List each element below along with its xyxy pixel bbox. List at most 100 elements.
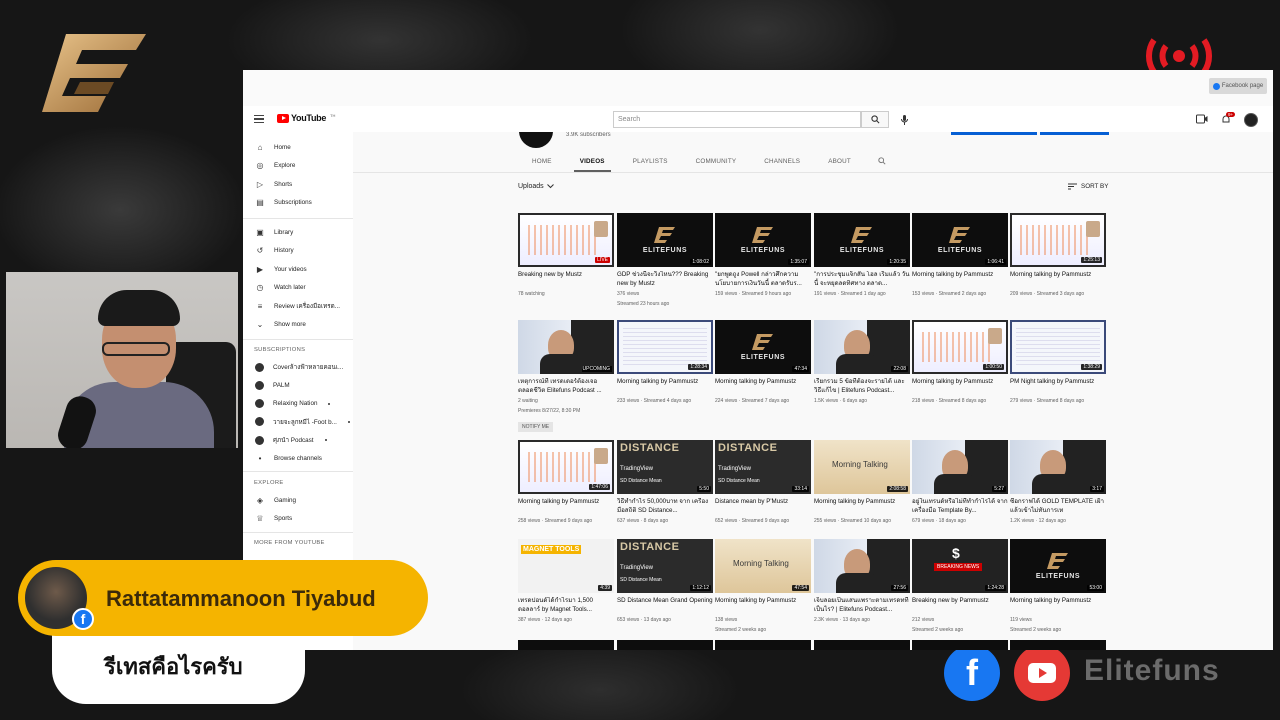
video-title[interactable]: Morning talking by Pammustz: [715, 378, 811, 395]
tab-community[interactable]: COMMUNITY: [682, 150, 751, 172]
video-card[interactable]: UPCOMING เหตุการณ์ที่ เทรดเดอร์ต้องเจอ ตล…: [518, 320, 614, 433]
video-thumbnail[interactable]: DISTANCE TradingView SD Distance Mean 33:14: [715, 440, 811, 494]
facebook-page-button[interactable]: Facebook page: [1209, 78, 1267, 94]
sidebar-item[interactable]: ▶ Your videos: [255, 263, 307, 275]
youtube-logo[interactable]: YouTube TH: [277, 113, 335, 123]
channel-search-icon[interactable]: [877, 150, 887, 172]
video-title[interactable]: GDP ช่วงนี้จะวิ่งไหน??? Breaking new by …: [617, 271, 713, 288]
video-card-partial[interactable]: [518, 640, 614, 650]
sidebar-item[interactable]: ↺ History: [255, 245, 294, 257]
video-thumbnail[interactable]: DISTANCE TradingView SD Distance Mean 1:12:…: [617, 539, 713, 593]
video-title[interactable]: Morning talking by Pammustz: [1010, 597, 1106, 614]
video-title[interactable]: SD Distance Mean Grand Opening: [617, 597, 713, 614]
video-thumbnail[interactable]: [912, 640, 1008, 650]
video-card-partial[interactable]: [814, 640, 910, 650]
video-thumbnail[interactable]: $ BREAKING NEWS 1:24:28: [912, 539, 1008, 593]
video-title[interactable]: เหตุการณ์ที่ เทรดเดอร์ต้องเจอ ตลอดชีวิต …: [518, 378, 614, 395]
video-thumbnail[interactable]: ELITEFUNS 53:00: [1010, 539, 1106, 593]
video-card[interactable]: Morning Talking 2:08:58 Morning talking by…: [814, 440, 910, 525]
notify-me-button[interactable]: NOTIFY ME: [518, 422, 554, 432]
video-title[interactable]: Distance mean by P'Mustz: [715, 498, 811, 515]
video-thumbnail[interactable]: [617, 640, 713, 650]
video-card-partial[interactable]: [617, 640, 713, 650]
video-card[interactable]: ELITEFUNS 1:08:02 GDP ช่วงนี้จะวิ่งไหน??? …: [617, 213, 713, 308]
tab-about[interactable]: ABOUT: [814, 150, 865, 172]
video-title[interactable]: PM Night talking by Pammustz: [1010, 378, 1106, 395]
video-title[interactable]: เทรดปอนด์ได้กำไรมา 1,500 ดอลลาร์ by Magn…: [518, 597, 614, 614]
sidebar-item[interactable]: ♕ Sports: [255, 513, 292, 525]
search-button[interactable]: [861, 111, 889, 128]
video-card[interactable]: 1:25:13 Morning talking by Pammustz 209 vi…: [1010, 213, 1106, 298]
video-title[interactable]: Breaking new by Pammustz: [912, 597, 1008, 614]
video-card[interactable]: 1:00:50 Morning talking by Pammustz 218 vi…: [912, 320, 1008, 405]
video-title[interactable]: Morning talking by Pammustz: [715, 597, 811, 614]
tab-home[interactable]: HOME: [518, 150, 566, 172]
video-thumbnail[interactable]: [715, 640, 811, 650]
uploads-dropdown[interactable]: Uploads: [518, 183, 554, 190]
sidebar-item[interactable]: • Browse channels: [255, 453, 322, 465]
video-title[interactable]: อยู่ในเทรนด์หรือไม่ที่ทำกำไรได้ จากเครื่…: [912, 498, 1008, 515]
video-title[interactable]: Morning talking by Pammustz: [912, 271, 1008, 288]
video-card[interactable]: DISTANCE TradingView SD Distance Mean 33:14…: [715, 440, 811, 525]
video-card[interactable]: 5:27 อยู่ในเทรนด์หรือไม่ที่ทำกำไรได้ จากเ…: [912, 440, 1008, 525]
account-avatar[interactable]: [1244, 113, 1258, 127]
video-thumbnail[interactable]: ELITEFUNS 47:34: [715, 320, 811, 374]
video-title[interactable]: Morning talking by Pammustz: [1010, 271, 1106, 288]
sidebar-item[interactable]: PALM: [255, 379, 290, 391]
video-title[interactable]: เรียกรวม 5 ข้อที่ต้องจะรายได้ และ วิธีแก…: [814, 378, 910, 395]
sidebar-item[interactable]: ⌂ Home: [255, 141, 291, 153]
video-card[interactable]: 1:28:34 Morning talking by Pammustz 233 vi…: [617, 320, 713, 405]
sidebar-item[interactable]: ◎ Explore: [255, 160, 296, 172]
video-thumbnail[interactable]: ELITEFUNS 1:08:02: [617, 213, 713, 267]
tab-videos[interactable]: VIDEOS: [566, 150, 619, 172]
video-card[interactable]: $ BREAKING NEWS 1:24:28 Breaking new by Pam…: [912, 539, 1008, 634]
video-card-partial[interactable]: [715, 640, 811, 650]
video-title[interactable]: Breaking new by Mustz: [518, 271, 614, 288]
video-title[interactable]: "การประชุมแจ็กสัน โฮล เริ่มแล้ว วันนี้ จ…: [814, 271, 910, 288]
video-thumbnail[interactable]: 5:27: [912, 440, 1008, 494]
video-thumbnail[interactable]: ELITEFUNS 1:20:35: [814, 213, 910, 267]
video-thumbnail[interactable]: 27:56: [814, 539, 910, 593]
video-thumbnail[interactable]: LIVE: [518, 213, 614, 267]
video-card[interactable]: ELITEFUNS 47:34 Morning talking by Pammust…: [715, 320, 811, 405]
sidebar-item[interactable]: ▷ Shorts: [255, 178, 292, 190]
video-thumbnail[interactable]: 1:25:13: [1010, 213, 1106, 267]
sidebar-item[interactable]: ◈ Gaming: [255, 494, 296, 506]
video-thumbnail[interactable]: 1:00:50: [912, 320, 1008, 374]
video-card[interactable]: ELITEFUNS 1:06:41 Morning talking by Pammu…: [912, 213, 1008, 298]
video-thumbnail[interactable]: [1010, 640, 1106, 650]
manage-videos-button[interactable]: [1040, 132, 1109, 135]
video-card[interactable]: MAGNET TOOLS 4:39 เทรดปอนด์ได้กำไรมา 1,500…: [518, 539, 614, 624]
video-thumbnail[interactable]: 22:08: [814, 320, 910, 374]
video-card[interactable]: 22:08 เรียกรวม 5 ข้อที่ต้องจะรายได้ และ ว…: [814, 320, 910, 405]
video-title[interactable]: "ยกพูดถูง Powell กล่าวศึกความ นโยบายการเ…: [715, 271, 811, 288]
video-thumbnail[interactable]: Morning Talking 2:08:58: [814, 440, 910, 494]
sidebar-item[interactable]: ⌄ Show more: [255, 319, 306, 331]
sidebar-item[interactable]: ▣ Library: [255, 226, 293, 238]
video-card-partial[interactable]: [912, 640, 1008, 650]
mic-icon[interactable]: [899, 114, 909, 126]
tab-channels[interactable]: CHANNELS: [750, 150, 814, 172]
video-card[interactable]: 1:38:29 PM Night talking by Pammustz 279 v…: [1010, 320, 1106, 405]
video-title[interactable]: วิธีทำกำไร 50,000บาท จาก เครื่องมือสถิติ…: [617, 498, 713, 515]
sidebar-item[interactable]: ≡ Review เครื่องมือเทรด...: [255, 300, 340, 312]
sidebar-item[interactable]: Coverล้างฟ้าหลายคอนเ...: [255, 361, 343, 373]
sidebar-item[interactable]: Relaxing Nation: [255, 398, 331, 410]
video-thumbnail[interactable]: 1:38:29: [1010, 320, 1106, 374]
video-card-partial[interactable]: [1010, 640, 1106, 650]
video-thumbnail[interactable]: Morning Talking 47:54: [715, 539, 811, 593]
video-thumbnail[interactable]: 3:17: [1010, 440, 1106, 494]
menu-icon[interactable]: [254, 115, 264, 123]
video-card[interactable]: ELITEFUNS 1:35:07 "ยกพูดถูง Powell กล่าวศึ…: [715, 213, 811, 298]
customize-channel-button[interactable]: [951, 132, 1037, 135]
sidebar-item[interactable]: วายจะลูกหมีไ -Foot b...: [255, 416, 350, 428]
video-title[interactable]: เจ็บลอยเป็นแสนแพราะตามเทรดทที่เป็นไร? | …: [814, 597, 910, 614]
sidebar-item[interactable]: ศุภนำ Podcast: [255, 434, 327, 446]
video-card[interactable]: 1:47:06 Morning talking by Pammustz 258 vi…: [518, 440, 614, 525]
video-title[interactable]: ซื้อกราฟได้ GOLD TEMPLATE เฝ้าแล้วเข้าไม…: [1010, 498, 1106, 515]
video-thumbnail[interactable]: MAGNET TOOLS 4:39: [518, 539, 614, 593]
video-thumbnail[interactable]: [518, 640, 614, 650]
video-card[interactable]: ELITEFUNS 1:20:35 "การประชุมแจ็กสัน โฮล เร…: [814, 213, 910, 298]
video-card[interactable]: 3:17 ซื้อกราฟได้ GOLD TEMPLATE เฝ้าแล้วเข…: [1010, 440, 1106, 525]
video-thumbnail[interactable]: DISTANCE TradingView SD Distance Mean 5:50: [617, 440, 713, 494]
